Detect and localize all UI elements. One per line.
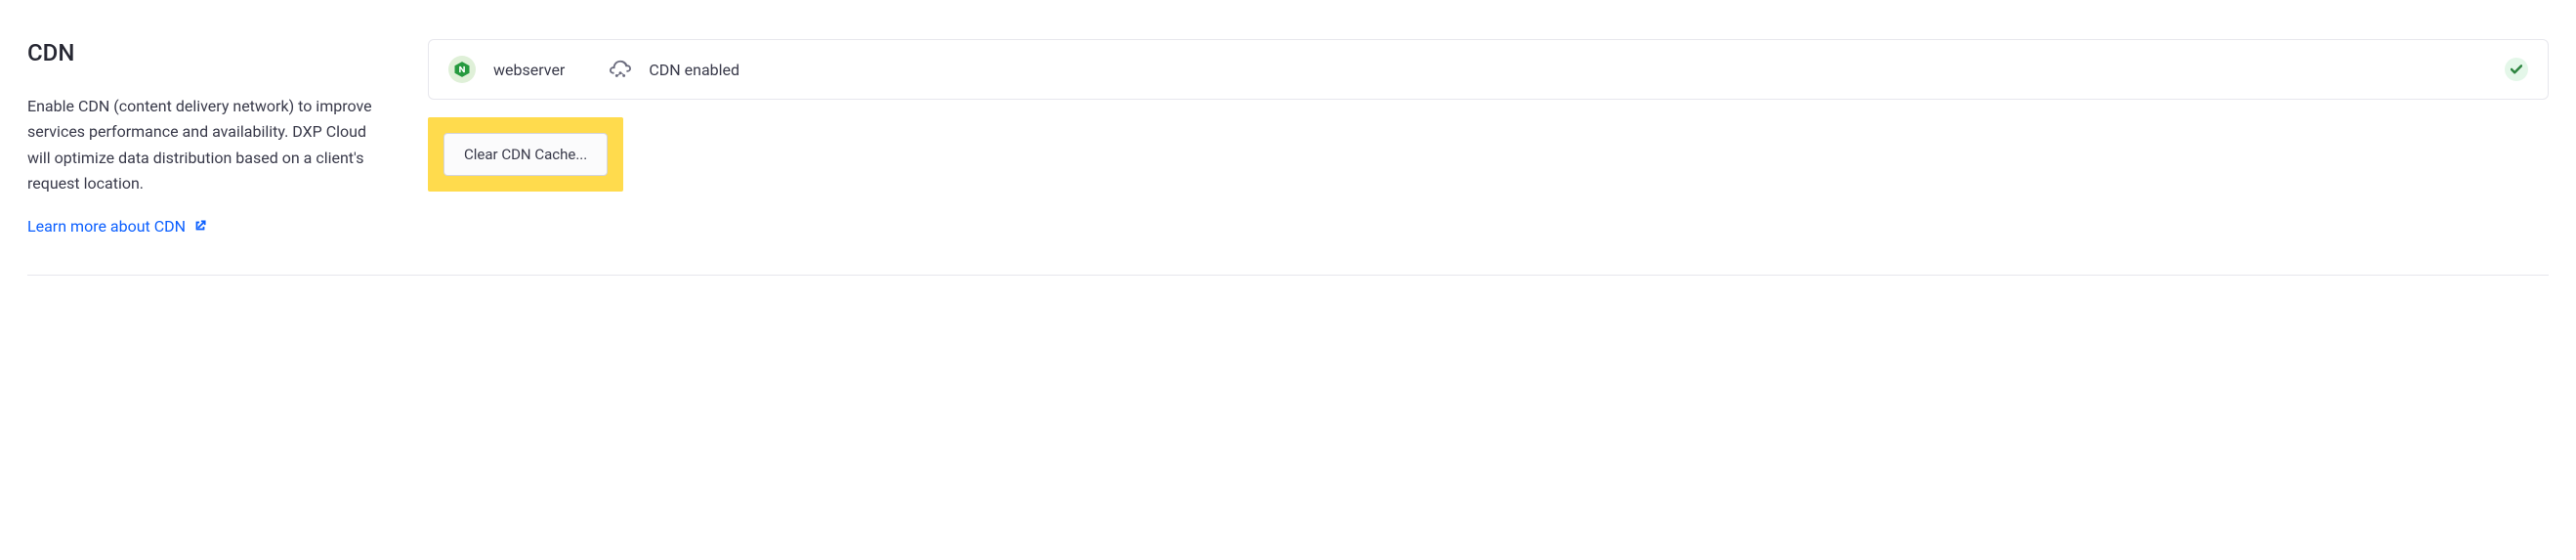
cdn-status-label: CDN enabled — [649, 61, 739, 79]
clear-cache-highlight: Clear CDN Cache... — [428, 117, 623, 192]
webserver-card: webserver CDN enabled — [428, 39, 2549, 100]
service-name: webserver — [493, 61, 565, 79]
cdn-controls-column: webserver CDN enabled Clear CDN Cache... — [428, 39, 2549, 236]
cdn-section: CDN Enable CDN (content delivery network… — [27, 39, 2549, 276]
cloudfront-icon — [610, 59, 631, 80]
section-title: CDN — [27, 39, 389, 66]
learn-more-link[interactable]: Learn more about CDN — [27, 217, 207, 236]
nginx-icon — [448, 56, 476, 83]
status-success-badge — [2505, 58, 2528, 81]
check-icon — [2511, 65, 2522, 74]
learn-more-label: Learn more about CDN — [27, 217, 186, 236]
section-description: Enable CDN (content delivery network) to… — [27, 94, 389, 197]
cdn-info-column: CDN Enable CDN (content delivery network… — [27, 39, 389, 236]
external-link-icon — [193, 219, 207, 233]
clear-cdn-cache-button[interactable]: Clear CDN Cache... — [443, 133, 608, 176]
